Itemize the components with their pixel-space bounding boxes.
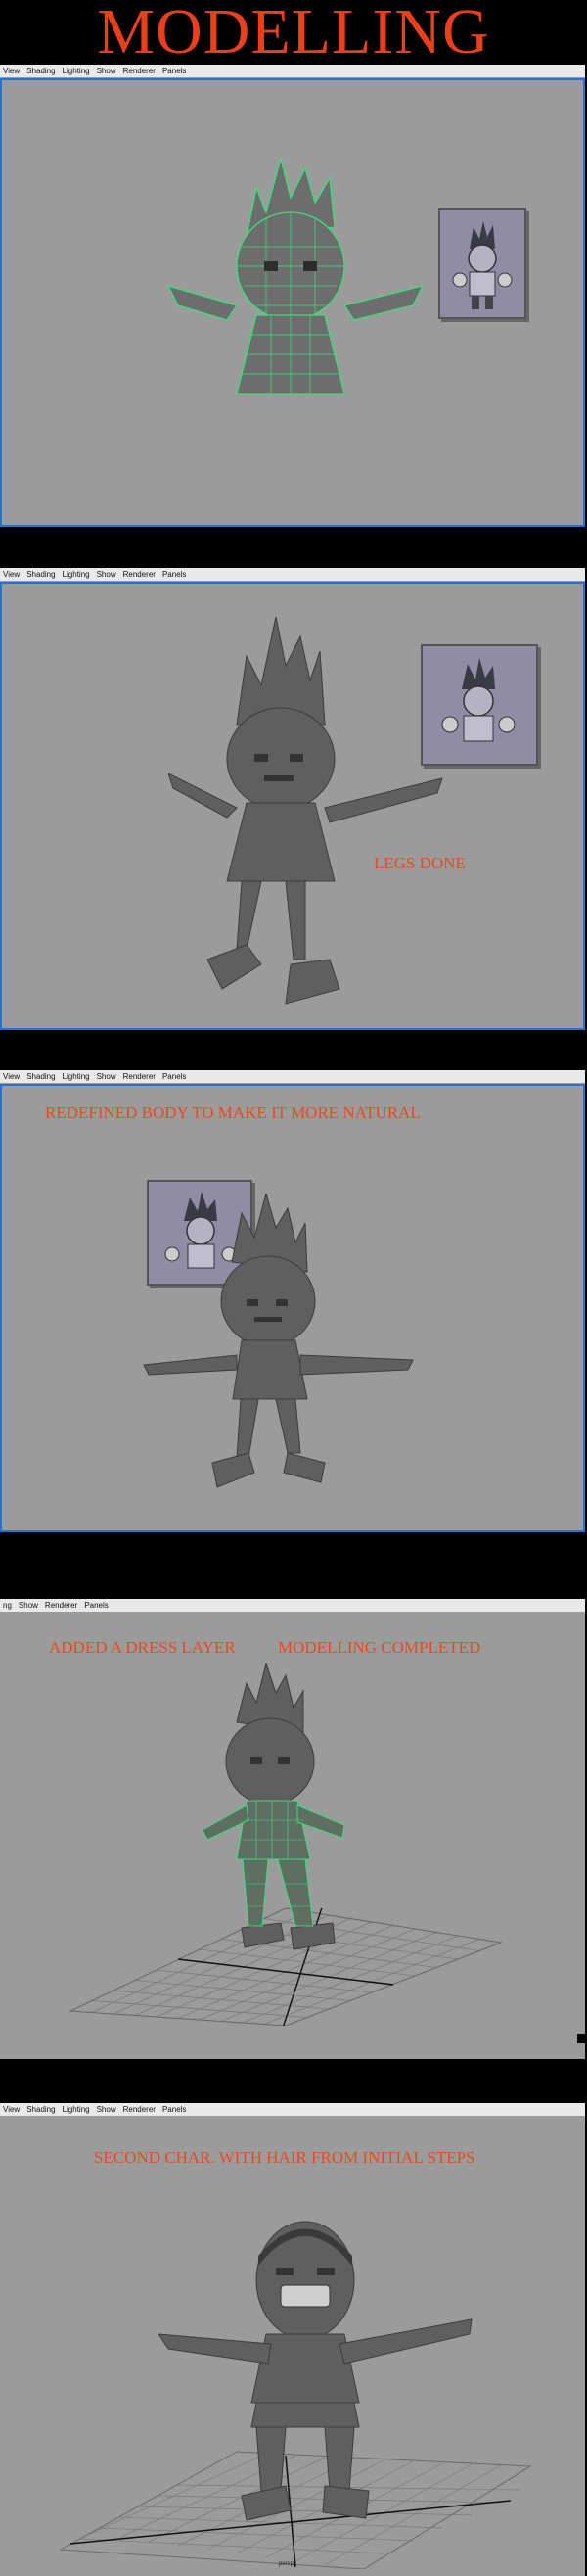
- second-character-model: [158, 2221, 473, 2521]
- character-model-dressed: [202, 1663, 345, 1950]
- menu-show[interactable]: Show: [94, 1070, 120, 1083]
- menu-panels[interactable]: Panels: [159, 65, 190, 77]
- menu-show[interactable]: Show: [94, 65, 120, 77]
- menu-view[interactable]: View: [0, 1070, 23, 1083]
- menu-panels[interactable]: Panels: [159, 568, 190, 581]
- menu-renderer[interactable]: Renderer: [120, 568, 159, 581]
- annotation-redefined-body: REDEFINED BODY TO MAKE IT MORE NATURAL: [45, 1103, 421, 1122]
- panel-menubar: View Shading Lighting Show Renderer Panels: [0, 2103, 585, 2117]
- 3d-viewport[interactable]: [0, 78, 585, 527]
- menu-renderer[interactable]: Renderer: [42, 1599, 81, 1612]
- annotation-second-char: SECOND CHAR. WITH HAIR FROM INITIAL STEP…: [94, 2148, 475, 2167]
- 3d-viewport[interactable]: REDEFINED BODY TO MAKE IT MORE NATURAL: [0, 1084, 585, 1532]
- 3d-viewport[interactable]: SECOND CHAR. WITH HAIR FROM INITIAL STEP…: [0, 2117, 585, 2576]
- menu-view[interactable]: View: [0, 2103, 23, 2116]
- 3d-viewport[interactable]: ADDED A DRESS LAYER MODELLING COMPLETED: [0, 1613, 585, 2059]
- 3d-viewport[interactable]: LEGS DONE: [0, 582, 585, 1030]
- page-title: MODELLING: [97, 0, 490, 68]
- menu-panels[interactable]: Panels: [159, 2103, 190, 2116]
- viewport-panel-4: ng Show Renderer Panels ADDED A DRESS LAYER…: [0, 1599, 585, 2059]
- menu-lighting[interactable]: Lighting: [60, 2103, 94, 2116]
- menu-lighting[interactable]: Lighting: [60, 1070, 94, 1083]
- viewport-corner-marker: [577, 2034, 585, 2043]
- menu-shading[interactable]: Shading: [23, 1070, 59, 1083]
- menu-shading[interactable]: Shading: [23, 568, 59, 581]
- viewport-panel-5: View Shading Lighting Show Renderer Panels SE…: [0, 2103, 585, 2576]
- menu-show[interactable]: Show: [16, 1599, 42, 1612]
- panel-menubar: View Shading Lighting Show Renderer Panels: [0, 568, 585, 582]
- viewport-panel-3: View Shading Lighting Show Renderer Panels RE…: [0, 1070, 585, 1532]
- menu-lighting[interactable]: Lighting: [60, 65, 94, 77]
- menu-panels[interactable]: Panels: [81, 1599, 112, 1612]
- menu-panels[interactable]: Panels: [159, 1070, 190, 1083]
- menu-renderer[interactable]: Renderer: [120, 2103, 159, 2116]
- menu-view[interactable]: View: [0, 568, 23, 581]
- wireframe-head-model: [166, 159, 425, 395]
- annotation-modelling-completed: MODELLING COMPLETED: [278, 1638, 481, 1657]
- menu-renderer[interactable]: Renderer: [120, 65, 159, 77]
- viewport-panel-1: View Shading Lighting Show Renderer Panels: [0, 65, 585, 527]
- menu-shading[interactable]: Shading: [23, 2103, 59, 2116]
- menu-lighting[interactable]: Lighting: [60, 568, 94, 581]
- annotation-dress-layer: ADDED A DRESS LAYER: [49, 1638, 236, 1657]
- panel-menubar: View Shading Lighting Show Renderer Panels: [0, 1070, 585, 1084]
- menu-lighting-partial[interactable]: ng: [0, 1599, 16, 1612]
- camera-label: persp: [279, 2561, 294, 2567]
- character-model-legs: [168, 617, 443, 1005]
- menu-show[interactable]: Show: [94, 2103, 120, 2116]
- menu-view[interactable]: View: [0, 65, 23, 77]
- panel-menubar: View Shading Lighting Show Renderer Panels: [0, 65, 585, 78]
- menu-shading[interactable]: Shading: [23, 65, 59, 77]
- viewport-panel-2: View Shading Lighting Show Renderer Panels LE…: [0, 568, 585, 1030]
- menu-renderer[interactable]: Renderer: [120, 1070, 159, 1083]
- menu-show[interactable]: Show: [94, 568, 120, 581]
- character-model-refined: [143, 1194, 414, 1488]
- panel-menubar: ng Show Renderer Panels: [0, 1599, 585, 1613]
